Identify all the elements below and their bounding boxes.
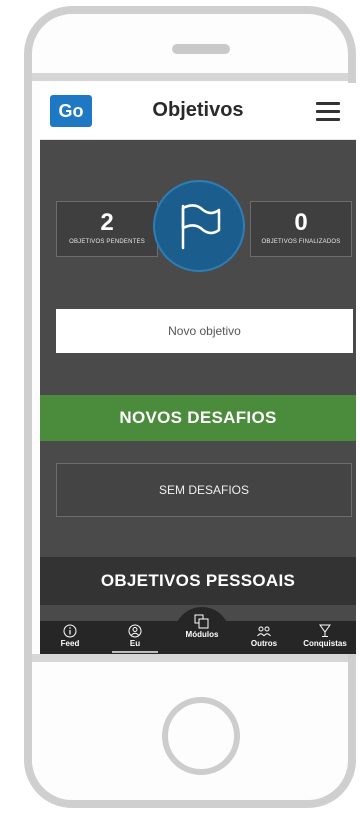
finished-goals-stat: 0 OBJETIVOS FINALIZADOS — [250, 201, 352, 257]
bottom-tab-bar: Feed Eu Módulos Outros Conquistas — [40, 614, 356, 654]
tab-conquistas[interactable]: Conquistas — [294, 621, 356, 654]
personal-goals-header: OBJETIVOS PESSOAIS — [40, 557, 356, 605]
finished-goals-count: 0 — [294, 209, 308, 236]
active-tab-indicator — [112, 651, 158, 653]
page-title: Objetivos — [152, 99, 244, 121]
phone-speaker — [172, 44, 230, 54]
new-goal-button[interactable]: Novo objetivo — [56, 309, 353, 353]
tab-eu[interactable]: Eu — [100, 621, 170, 654]
tab-eu-label: Eu — [129, 639, 141, 648]
pending-goals-stat: 2 OBJETIVOS PENDENTES — [56, 201, 158, 257]
no-challenges-box: SEM DESAFIOS — [56, 463, 352, 517]
pending-goals-count: 2 — [100, 209, 114, 236]
tab-modulos[interactable]: Módulos — [170, 614, 234, 654]
tab-conquistas-label: Conquistas — [303, 639, 347, 648]
home-button — [162, 697, 240, 775]
goals-flag-badge — [153, 180, 245, 272]
app-screen: Go Objetivos 2 OBJETIVOS PENDENTES 0 OBJ… — [40, 83, 356, 654]
hamburger-menu-icon[interactable] — [316, 102, 340, 122]
info-circle-icon — [63, 624, 77, 638]
new-challenges-header: NOVOS DESAFIOS — [40, 395, 356, 441]
users-icon — [257, 626, 271, 637]
trophy-icon — [319, 624, 331, 637]
user-icon — [128, 624, 142, 638]
pending-goals-label: OBJETIVOS PENDENTES — [69, 239, 145, 245]
tab-feed-label: Feed — [60, 639, 80, 648]
tab-outros-label: Outros — [250, 639, 278, 648]
flag-icon — [181, 204, 221, 250]
app-bar: Go Objetivos — [40, 83, 356, 140]
phone-bottom-divider — [32, 654, 348, 662]
tab-feed[interactable]: Feed — [40, 621, 100, 654]
tab-modulos-label: Módulos — [185, 630, 219, 639]
finished-goals-label: OBJETIVOS FINALIZADOS — [261, 239, 341, 245]
modules-icon — [194, 614, 209, 629]
tab-outros[interactable]: Outros — [234, 621, 294, 654]
phone-top-divider — [32, 73, 348, 81]
